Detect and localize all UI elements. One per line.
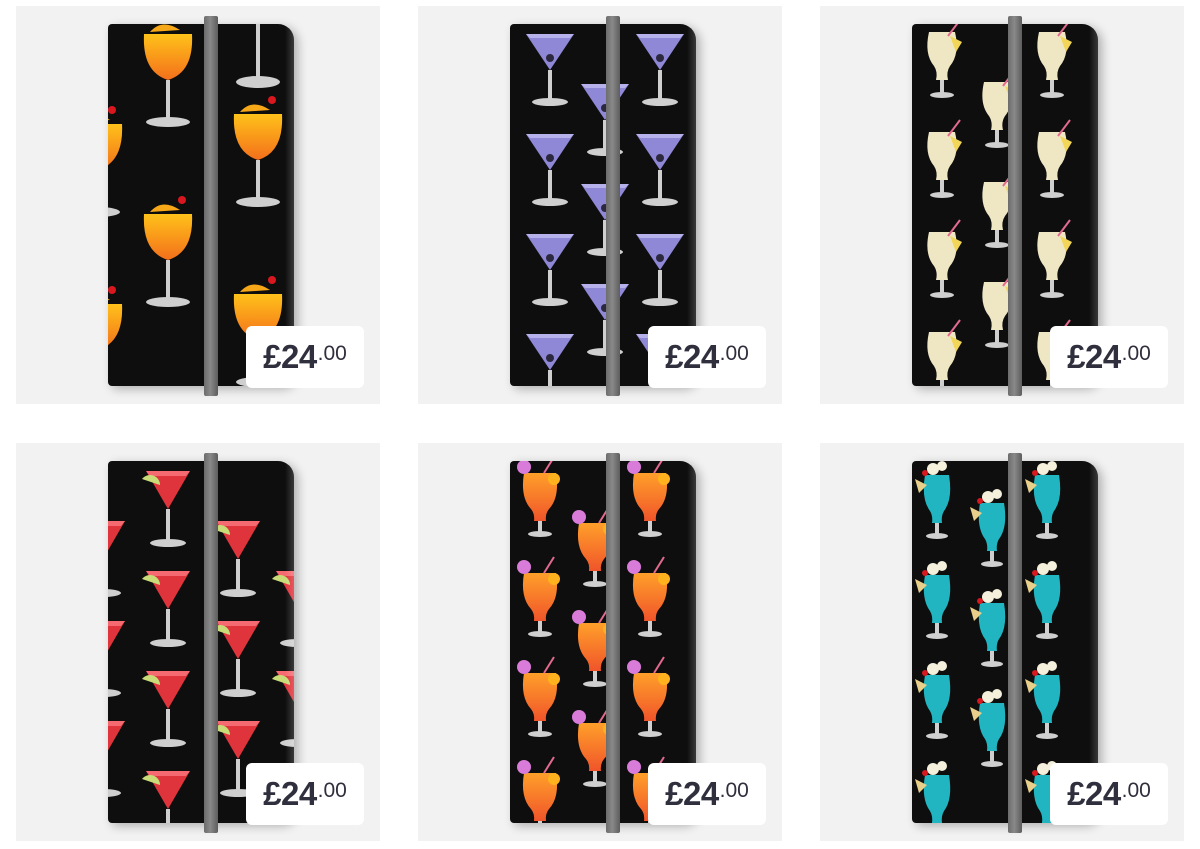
price-tag: £24.00 bbox=[648, 763, 766, 825]
price-cents: .00 bbox=[719, 342, 749, 365]
elastic-strap bbox=[1008, 453, 1022, 833]
elastic-strap bbox=[1008, 16, 1022, 396]
price-main: £24 bbox=[263, 338, 317, 375]
elastic-strap bbox=[606, 453, 620, 833]
price-main: £24 bbox=[263, 775, 317, 812]
product-card[interactable]: £24.00 bbox=[820, 443, 1184, 841]
price-cents: .00 bbox=[719, 779, 749, 802]
price-main: £24 bbox=[665, 338, 719, 375]
price-tag: £24.00 bbox=[246, 326, 364, 388]
price-tag: £24.00 bbox=[648, 326, 766, 388]
price-cents: .00 bbox=[1121, 779, 1151, 802]
price-main: £24 bbox=[665, 775, 719, 812]
price-main: £24 bbox=[1067, 775, 1121, 812]
elastic-strap bbox=[606, 16, 620, 396]
price-tag: £24.00 bbox=[1050, 326, 1168, 388]
product-card[interactable]: £24.00 bbox=[418, 443, 782, 841]
price-cents: .00 bbox=[1121, 342, 1151, 365]
product-card[interactable]: £24.00 bbox=[16, 6, 380, 404]
product-card[interactable]: £24.00 bbox=[16, 443, 380, 841]
elastic-strap bbox=[204, 453, 218, 833]
price-main: £24 bbox=[1067, 338, 1121, 375]
price-cents: .00 bbox=[317, 779, 347, 802]
price-tag: £24.00 bbox=[1050, 763, 1168, 825]
elastic-strap bbox=[204, 16, 218, 396]
price-cents: .00 bbox=[317, 342, 347, 365]
product-card[interactable]: £24.00 bbox=[820, 6, 1184, 404]
price-tag: £24.00 bbox=[246, 763, 364, 825]
product-card[interactable]: £24.00 bbox=[418, 6, 782, 404]
